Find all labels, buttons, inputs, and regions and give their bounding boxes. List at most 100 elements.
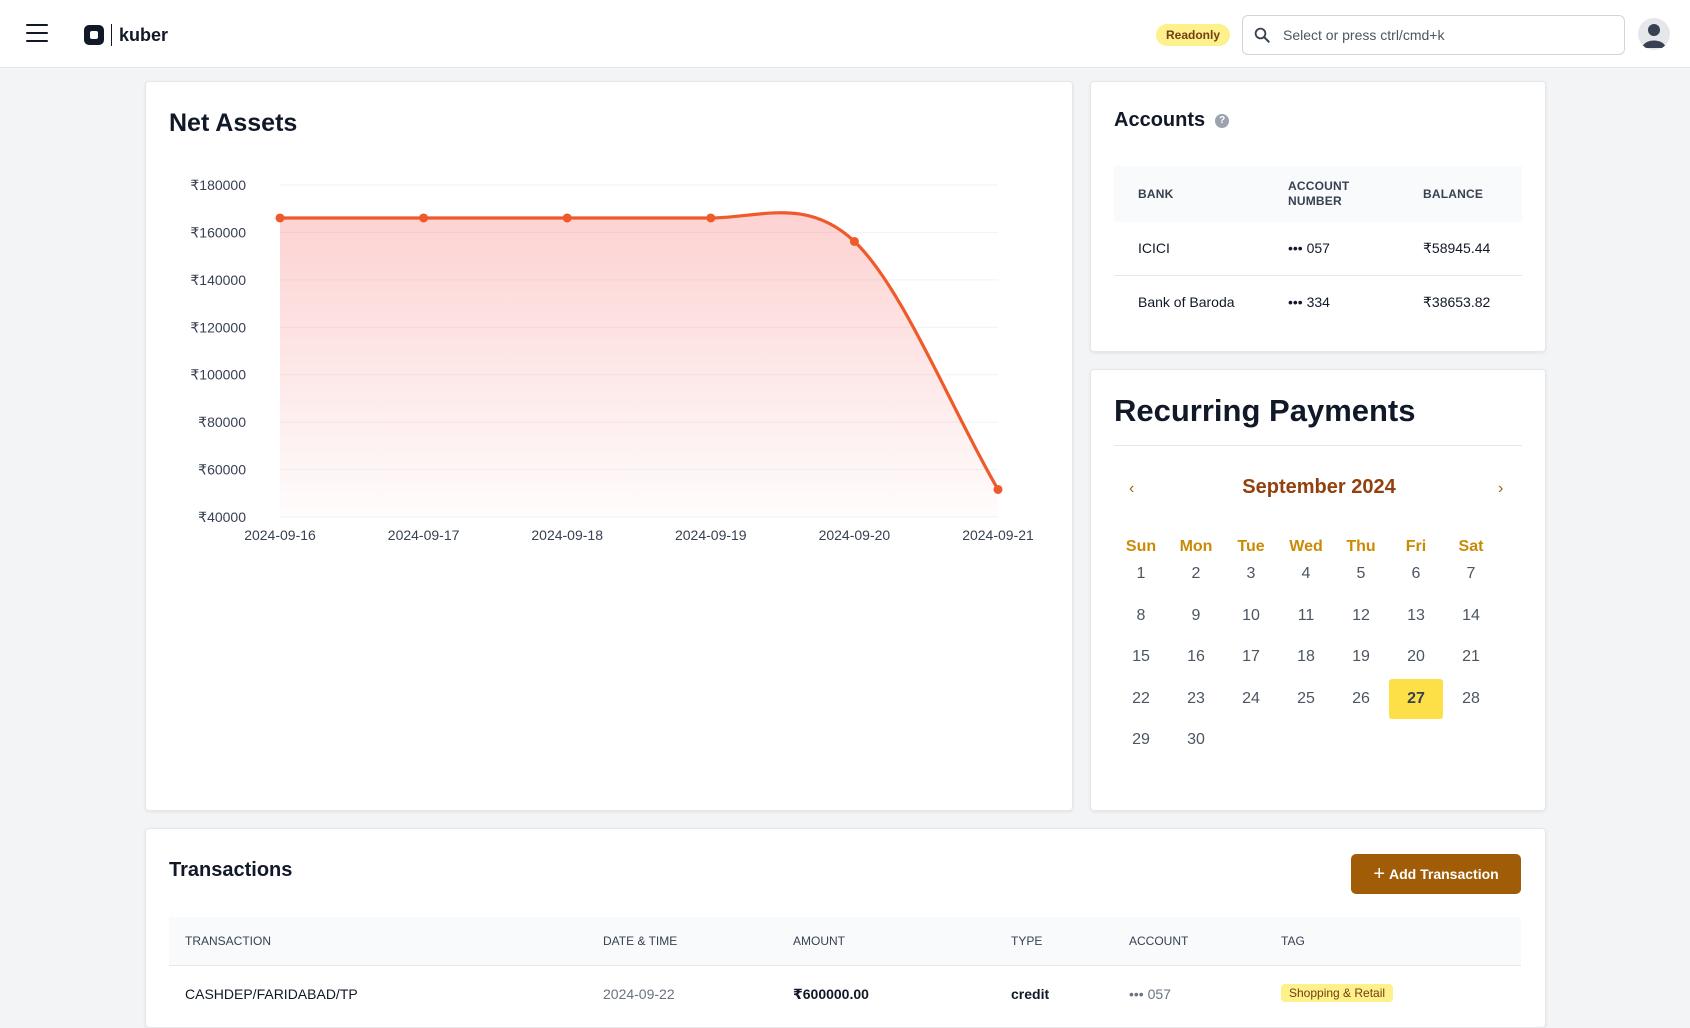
account-number: ••• 057: [1288, 240, 1330, 256]
data-point[interactable]: [562, 213, 572, 223]
transaction-type: credit: [1011, 986, 1050, 1002]
col-tag: TAG: [1281, 934, 1305, 948]
calendar-day[interactable]: 11: [1279, 596, 1333, 636]
calendar-day[interactable]: 8: [1114, 596, 1168, 636]
x-tick-label: 2024-09-16: [244, 527, 316, 543]
readonly-badge: Readonly: [1156, 24, 1231, 46]
data-point[interactable]: [849, 236, 859, 246]
col-amount: AMOUNT: [793, 934, 845, 948]
calendar-day[interactable]: 19: [1334, 637, 1388, 677]
accounts-title: Accounts: [1114, 109, 1206, 131]
x-tick-label: 2024-09-18: [531, 527, 603, 543]
transaction-name: CASHDEP/FARIDABAD/TP: [185, 986, 358, 1002]
calendar-day[interactable]: 30: [1169, 720, 1223, 760]
calendar-day[interactable]: 18: [1279, 637, 1333, 677]
net-assets-chart: ₹180000 ₹160000 ₹140000 ₹120000 ₹100000 ₹8000…: [190, 177, 1034, 543]
transactions-card: Transactions + Add Transaction TRANSACTI…: [145, 828, 1546, 1028]
help-icon[interactable]: ?: [1215, 113, 1230, 128]
search-icon: [1254, 27, 1270, 43]
top-bar: kuber Readonly: [0, 0, 1690, 68]
y-tick-label: ₹140000: [190, 272, 246, 288]
calendar-day[interactable]: 7: [1444, 554, 1498, 594]
search-input[interactable]: [1281, 26, 1585, 44]
col-transaction: TRANSACTION: [185, 934, 272, 948]
tag-badge[interactable]: Shopping & Retail: [1281, 984, 1394, 1002]
calendar-day[interactable]: 4: [1279, 554, 1333, 594]
data-point[interactable]: [419, 213, 429, 223]
next-month-chevron-icon[interactable]: ›: [1498, 480, 1503, 498]
y-tick-label: ₹120000: [190, 319, 246, 335]
calendar-day[interactable]: 21: [1444, 637, 1498, 677]
accounts-table-header: BANK ACCOUNT NUMBER BALANCE: [1114, 166, 1522, 222]
account-number: ••• 334: [1288, 294, 1330, 310]
calendar-day[interactable]: 28: [1444, 679, 1498, 719]
y-tick-label: ₹100000: [190, 367, 246, 383]
calendar-day[interactable]: 9: [1169, 596, 1223, 636]
user-avatar[interactable]: [1638, 18, 1670, 50]
calendar-day[interactable]: 14: [1444, 596, 1498, 636]
calendar-day[interactable]: 1: [1114, 554, 1168, 594]
transaction-account: ••• 057: [1129, 986, 1171, 1002]
add-transaction-button[interactable]: + Add Transaction: [1351, 854, 1521, 894]
col-date: DATE & TIME: [603, 934, 678, 948]
calendar-day[interactable]: 17: [1224, 637, 1278, 677]
logo-divider: [111, 24, 112, 46]
calendar-day[interactable]: 16: [1169, 637, 1223, 677]
calendar-day[interactable]: 20: [1389, 637, 1443, 677]
data-point[interactable]: [993, 484, 1003, 494]
account-bank: ICICI: [1138, 240, 1170, 256]
transaction-date: 2024-09-22: [603, 986, 675, 1002]
data-point[interactable]: [706, 213, 716, 223]
calendar-day[interactable]: 29: [1114, 720, 1168, 760]
account-row[interactable]: Bank of Baroda ••• 334 ₹38653.82: [1114, 276, 1522, 329]
accounts-card: Accounts ? BANK ACCOUNT NUMBER BALANCE I…: [1090, 81, 1546, 352]
transactions-table-header: TRANSACTION DATE & TIME AMOUNT TYPE ACCO…: [169, 917, 1521, 966]
calendar-day[interactable]: 10: [1224, 596, 1278, 636]
accounts-header: Accounts ?: [1114, 109, 1230, 132]
calendar-day[interactable]: 26: [1334, 679, 1388, 719]
brand-logo[interactable]: kuber: [84, 24, 168, 46]
recurring-title: Recurring Payments: [1114, 393, 1416, 428]
col-account: ACCOUNT: [1129, 934, 1189, 948]
calendar-day[interactable]: 5: [1334, 554, 1388, 594]
calendar-day[interactable]: 15: [1114, 637, 1168, 677]
add-transaction-label: Add Transaction: [1389, 866, 1499, 882]
logo-icon: [84, 25, 104, 45]
col-bank: BANK: [1138, 187, 1174, 201]
search-box[interactable]: [1242, 15, 1625, 55]
calendar-day[interactable]: 3: [1224, 554, 1278, 594]
plus-icon: +: [1373, 863, 1385, 885]
menu-icon[interactable]: [26, 24, 48, 43]
net-assets-card: Net Assets ₹180000 ₹160000 ₹140000 ₹120000 ₹…: [145, 81, 1073, 811]
net-assets-area: [280, 212, 998, 517]
y-tick-label: ₹180000: [190, 177, 246, 193]
account-row[interactable]: ICICI ••• 057 ₹58945.44: [1114, 222, 1522, 276]
transactions-title: Transactions: [169, 859, 293, 881]
calendar-day[interactable]: 24: [1224, 679, 1278, 719]
calendar-day[interactable]: 2: [1169, 554, 1223, 594]
calendar-day[interactable]: 25: [1279, 679, 1333, 719]
col-balance: BALANCE: [1423, 187, 1484, 201]
calendar-day[interactable]: 22: [1114, 679, 1168, 719]
transaction-amount: ₹600000.00: [793, 986, 869, 1002]
x-tick-label: 2024-09-19: [675, 527, 747, 543]
calendar-day[interactable]: 13: [1389, 596, 1443, 636]
y-tick-label: ₹60000: [198, 462, 246, 478]
account-balance: ₹58945.44: [1423, 240, 1491, 256]
account-balance: ₹38653.82: [1423, 294, 1491, 310]
col-type: TYPE: [1011, 934, 1043, 948]
calendar-month: September 2024: [1242, 476, 1396, 498]
x-tick-label: 2024-09-21: [962, 527, 1034, 543]
calendar-day[interactable]: 6: [1389, 554, 1443, 594]
account-bank: Bank of Baroda: [1138, 294, 1235, 310]
user-icon: [1642, 24, 1666, 48]
y-tick-label: ₹160000: [190, 224, 246, 240]
calendar-day-today[interactable]: 27: [1389, 678, 1443, 719]
table-row[interactable]: CASHDEP/FARIDABAD/TP 2024-09-22 ₹600000.…: [169, 966, 1521, 1022]
y-tick-label: ₹80000: [198, 414, 246, 430]
accounts-table: BANK ACCOUNT NUMBER BALANCE ICICI ••• 05…: [1114, 166, 1522, 329]
x-tick-label: 2024-09-20: [819, 527, 891, 543]
calendar-day[interactable]: 23: [1169, 679, 1223, 719]
calendar-day[interactable]: 12: [1334, 596, 1388, 636]
data-point[interactable]: [275, 213, 285, 223]
